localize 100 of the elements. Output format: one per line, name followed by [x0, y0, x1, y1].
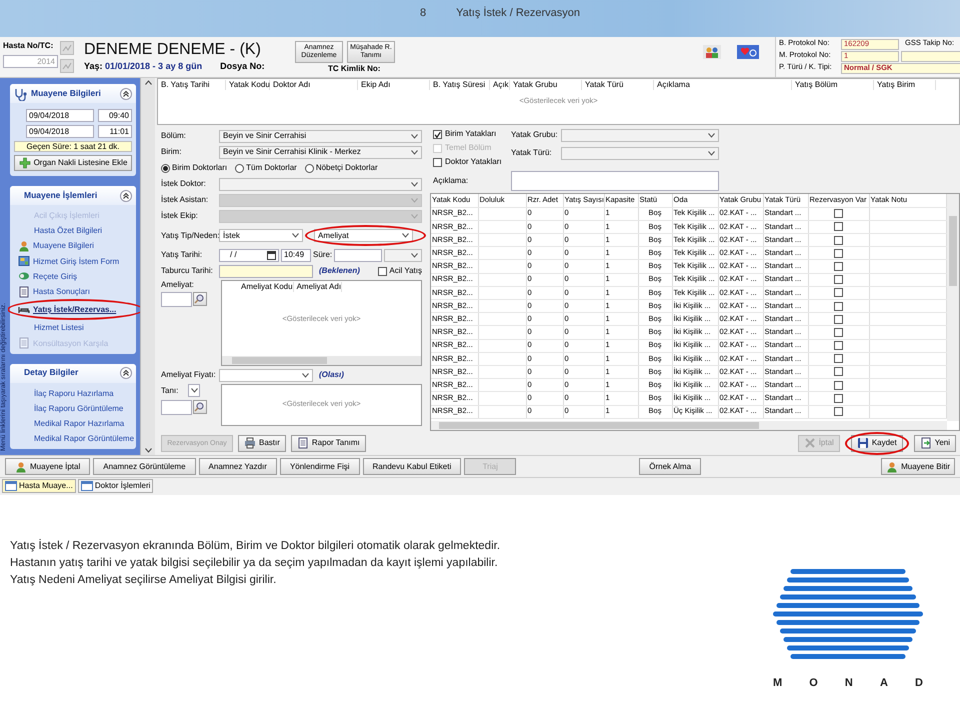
taskbar-tab[interactable]: Hasta Muaye...: [2, 478, 76, 492]
checkbox[interactable]: [834, 354, 843, 364]
column-header: Ameliyat Kodu: [238, 282, 294, 292]
sidebar-link[interactable]: Hasta Özet Bilgileri: [10, 223, 136, 238]
field-label: İstek Ekip:: [161, 211, 199, 221]
toolbar-button[interactable]: Anamnez Görüntüleme: [93, 458, 196, 475]
field-label: Tanı:: [161, 386, 178, 396]
dropdown[interactable]: Beyin ve Sinir Cerrahisi Klinik - Merkez: [219, 146, 422, 158]
time-field[interactable]: 11:01: [98, 125, 132, 138]
sidebar-link[interactable]: İlaç Raporu Görüntüleme: [10, 400, 136, 416]
radio-option[interactable]: Tüm Doktorlar: [235, 163, 297, 173]
dropdown[interactable]: Beyin ve Sinir Cerrahisi: [219, 130, 422, 142]
document-icon: [296, 437, 309, 449]
column-header: Açık: [490, 80, 510, 90]
checkbox[interactable]: [834, 288, 843, 298]
elapsed-time: Geçen Süre: 1 saat 21 dk.: [14, 141, 132, 152]
code-field[interactable]: [161, 400, 192, 415]
toolbar-button[interactable]: Muayene Bitir: [881, 458, 955, 475]
panel-title: Muayene İşlemleri: [24, 190, 98, 200]
field-label: İstek Asistan:: [161, 195, 210, 205]
time-field[interactable]: 10:49: [281, 248, 311, 262]
checkbox[interactable]: [834, 275, 843, 284]
field-label: Ameliyat Fiyatı:: [161, 370, 217, 380]
sidebar-link[interactable]: Muayene Bilgileri: [10, 238, 136, 254]
caption-line: Yatış Nedeni Ameliyat seçilirse Ameliyat Bilgisi girilir.: [10, 573, 278, 588]
checkbox[interactable]: [834, 209, 843, 218]
checkbox[interactable]: [834, 248, 843, 258]
column-header: Yatak Grubu: [510, 80, 582, 90]
field-label: İstek Doktor:: [161, 179, 207, 189]
checkbox-option[interactable]: Doktor Yatakları: [433, 156, 503, 168]
action-button[interactable]: Kaydet: [850, 434, 903, 452]
checkbox[interactable]: [834, 328, 843, 337]
column-header: Yatış Birim: [874, 80, 936, 90]
search-button[interactable]: [193, 400, 207, 414]
checkbox-option[interactable]: Acil Yatış: [378, 266, 422, 276]
horizontal-scrollbar[interactable]: [222, 356, 421, 365]
checkbox[interactable]: [378, 266, 388, 276]
checkbox[interactable]: [834, 262, 843, 271]
caret-icon: [411, 252, 418, 258]
caret-icon: [411, 198, 418, 202]
taskbar-tab[interactable]: Doktor İşlemleri: [78, 478, 154, 492]
checkbox[interactable]: [834, 314, 843, 324]
time-field[interactable]: 09:40: [98, 109, 132, 122]
dropdown[interactable]: İstek: [219, 229, 303, 242]
sidebar-link[interactable]: Hizmet Giriş İstem Form: [10, 254, 136, 269]
toolbar-button[interactable]: Randevu Kabul Etiketi: [362, 458, 462, 475]
search-button[interactable]: [193, 292, 207, 306]
scrollbar[interactable]: [140, 78, 155, 455]
checkbox-option[interactable]: Birim Yatakları: [433, 128, 503, 140]
checkbox[interactable]: [433, 130, 442, 138]
image-icon: [60, 41, 74, 55]
toolbar-button[interactable]: Yönlendirme Fişi: [280, 458, 360, 475]
action-button[interactable]: Yeni: [914, 434, 956, 452]
action-button[interactable]: Bastır: [238, 434, 286, 452]
radio-button[interactable]: [235, 164, 244, 172]
toolbar-button[interactable]: Örnek Alma: [639, 458, 702, 475]
checkbox[interactable]: [834, 302, 843, 311]
discharge-date-field[interactable]: [219, 264, 313, 278]
radio-option[interactable]: Nöbetçi Doktorlar: [304, 163, 378, 173]
gss-field[interactable]: [901, 51, 960, 62]
description-field[interactable]: [511, 171, 719, 191]
date-field[interactable]: 09/04/2018: [26, 125, 94, 138]
panel-title: Detay Bilgiler: [24, 368, 80, 378]
caption-line: Hastanın yatış tarihi ve yatak bilgisi seçilebilir ya da seçim yapılmadan da kayıt işlemi yapılabilir.: [10, 556, 499, 571]
duration-field[interactable]: [334, 248, 382, 262]
panel-title: Muayene Bilgileri: [31, 88, 102, 98]
sidebar-link[interactable]: Hizmet Listesi: [10, 320, 136, 336]
radio-button[interactable]: [161, 164, 170, 172]
checkbox[interactable]: [433, 158, 442, 166]
sidebar-link[interactable]: Hasta Sonuçları: [10, 284, 136, 300]
action-button[interactable]: Rapor Tanımı: [290, 434, 366, 452]
person-icon: [886, 460, 898, 472]
sidebar-link[interactable]: Yatış İstek/Rezervas...: [10, 302, 136, 318]
code-field[interactable]: [161, 292, 192, 308]
pill-icon: [18, 270, 30, 282]
sidebar-link[interactable]: Medikal Rapor Hazırlama: [10, 416, 136, 432]
sidebar-link[interactable]: Medikal Rapor Görüntüleme: [10, 431, 136, 446]
printer-icon: [244, 437, 256, 449]
checkbox[interactable]: [834, 380, 843, 390]
checkbox[interactable]: [834, 367, 843, 376]
age-text: Yaş: 01/01/2018 - 3 ay 8 gün: [84, 61, 202, 72]
radio-button[interactable]: [304, 164, 314, 172]
dropdown[interactable]: [188, 384, 200, 397]
sidebar-link[interactable]: İlaç Raporu Hazırlama: [10, 386, 136, 401]
plus-icon: [18, 157, 31, 169]
radio-option[interactable]: Birim Doktorları: [161, 163, 228, 173]
date-field[interactable]: / /: [219, 248, 279, 262]
dropdown[interactable]: Ameliyat: [314, 229, 413, 242]
checkbox[interactable]: [834, 341, 843, 350]
add-button[interactable]: Organ Nakli Listesine Ekle: [14, 155, 132, 171]
vertical-scrollbar[interactable]: [947, 194, 959, 421]
sidebar-link[interactable]: Reçete Giriş: [10, 268, 136, 284]
checkbox[interactable]: [834, 407, 843, 416]
checkbox[interactable]: [834, 394, 843, 403]
toolbar-button[interactable]: Anamnez Yazdır: [198, 458, 277, 475]
date-field[interactable]: 09/04/2018: [26, 109, 94, 122]
toolbar-button[interactable]: Muayene İptal: [5, 458, 90, 475]
horizontal-scrollbar[interactable]: [431, 421, 947, 430]
checkbox[interactable]: [834, 222, 843, 232]
checkbox[interactable]: [834, 236, 843, 245]
